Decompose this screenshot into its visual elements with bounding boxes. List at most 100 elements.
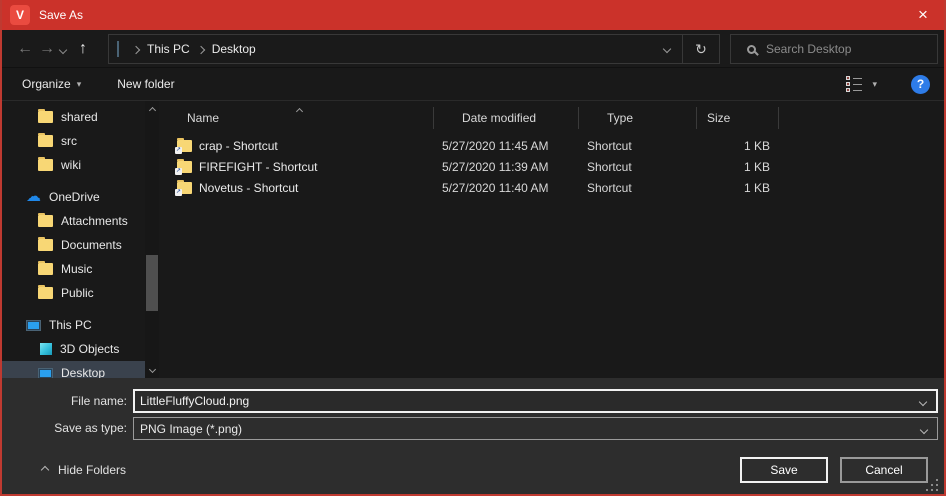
forward-icon[interactable]: → bbox=[36, 40, 58, 58]
this-pc-icon bbox=[26, 320, 41, 331]
save-as-type-chevron-icon bbox=[921, 422, 927, 436]
scroll-down-icon[interactable] bbox=[145, 362, 159, 376]
save-as-type-label: Save as type: bbox=[2, 421, 127, 435]
shortcut-overlay-icon: ↗ bbox=[175, 189, 182, 196]
breadcrumb-separator bbox=[198, 42, 204, 56]
address-dropdown-chevron-icon[interactable] bbox=[652, 35, 682, 63]
sidebar-item-label: Attachments bbox=[61, 214, 128, 228]
column-header-date-modified[interactable]: Date modified bbox=[434, 107, 579, 129]
sidebar-item-label: Music bbox=[61, 262, 92, 276]
close-button[interactable]: × bbox=[900, 0, 946, 30]
size-cell: 1 KB bbox=[697, 181, 779, 195]
size-cell: 1 KB bbox=[697, 139, 779, 153]
type-cell: Shortcut bbox=[579, 160, 697, 174]
breadcrumb-controls: ↻ bbox=[652, 35, 719, 63]
search-icon bbox=[747, 45, 756, 54]
column-header-type[interactable]: Type bbox=[579, 107, 697, 129]
navigation-pane: shared src wiki ☁OneDrive Attachments Documen… bbox=[2, 101, 159, 378]
save-as-dialog: V Save As × ← → ↑ This PC Desktop ↻ bbox=[0, 0, 946, 496]
sidebar-item-wiki[interactable]: wiki bbox=[2, 153, 159, 177]
breadcrumb-this-pc[interactable]: This PC bbox=[147, 42, 190, 56]
file-name-input[interactable] bbox=[135, 394, 920, 408]
search-input[interactable] bbox=[766, 42, 937, 56]
scrollbar-thumb[interactable] bbox=[146, 255, 158, 311]
sidebar-scrollbar[interactable] bbox=[145, 101, 159, 378]
file-name-cell: ↗ crap - Shortcut bbox=[159, 139, 434, 153]
column-header-name[interactable]: Name bbox=[159, 107, 434, 129]
breadcrumb-separator bbox=[133, 42, 139, 56]
folder-shortcut-icon: ↗ bbox=[177, 182, 192, 194]
file-name-label: File name: bbox=[2, 394, 127, 408]
sidebar-item-documents[interactable]: Documents bbox=[2, 233, 159, 257]
column-header-empty bbox=[779, 107, 944, 129]
file-name-text: FIREFIGHT - Shortcut bbox=[199, 160, 317, 174]
file-name-dropdown-chevron-icon[interactable] bbox=[920, 394, 926, 408]
date-modified-cell: 5/27/2020 11:45 AM bbox=[434, 139, 579, 153]
sidebar-item-label: Public bbox=[61, 286, 94, 300]
help-icon[interactable]: ? bbox=[911, 75, 930, 94]
save-button[interactable]: Save bbox=[740, 457, 828, 483]
toolbar-right: ▾ ? bbox=[846, 75, 930, 94]
date-modified-cell: 5/27/2020 11:39 AM bbox=[434, 160, 579, 174]
main-area: shared src wiki ☁OneDrive Attachments Documen… bbox=[2, 101, 944, 378]
folder-shortcut-icon: ↗ bbox=[177, 161, 192, 173]
sidebar-item-onedrive[interactable]: ☁OneDrive bbox=[2, 185, 159, 209]
sidebar-item-label: OneDrive bbox=[49, 190, 100, 204]
3d-objects-cube-icon bbox=[40, 343, 52, 355]
file-row[interactable]: ↗Novetus - Shortcut5/27/2020 11:40 AMSho… bbox=[159, 177, 944, 198]
new-folder-button[interactable]: New folder bbox=[117, 77, 174, 91]
breadcrumb[interactable]: This PC Desktop ↻ bbox=[108, 34, 720, 64]
sidebar-item-label: src bbox=[61, 134, 77, 148]
sidebar-item-attachments[interactable]: Attachments bbox=[2, 209, 159, 233]
folder-icon bbox=[38, 135, 53, 147]
breadcrumb-desktop[interactable]: Desktop bbox=[212, 42, 256, 56]
sidebar-item-desktop[interactable]: Desktop bbox=[2, 361, 159, 378]
folder-icon bbox=[38, 287, 53, 299]
organize-label: Organize bbox=[22, 77, 71, 91]
hide-folders-button[interactable]: Hide Folders bbox=[42, 463, 126, 477]
file-fields-panel: File name: Save as type: PNG Image (*.pn… bbox=[2, 378, 944, 450]
shortcut-overlay-icon: ↗ bbox=[175, 168, 182, 175]
hide-folders-label: Hide Folders bbox=[58, 463, 126, 477]
refresh-icon[interactable]: ↻ bbox=[683, 35, 719, 63]
up-icon[interactable]: ↑ bbox=[72, 40, 94, 58]
vivaldi-app-icon: V bbox=[10, 5, 30, 25]
back-icon[interactable]: ← bbox=[14, 40, 36, 58]
file-list: Name Date modified Type Size ↗ crap - Sho… bbox=[159, 101, 944, 378]
desktop-monitor-icon bbox=[38, 368, 53, 379]
details-view-icon[interactable] bbox=[846, 76, 862, 92]
sidebar-item-label: This PC bbox=[49, 318, 92, 332]
sort-ascending-icon bbox=[297, 103, 302, 117]
file-row[interactable]: ↗ crap - Shortcut 5/27/2020 11:45 AMShortc… bbox=[159, 135, 944, 156]
resize-grip[interactable] bbox=[936, 489, 938, 491]
views-dropdown-icon[interactable]: ▾ bbox=[872, 79, 877, 90]
file-name-cell: ↗ FIREFIGHT - Shortcut bbox=[159, 160, 434, 174]
file-name-text: Novetus - Shortcut bbox=[199, 181, 298, 195]
sidebar-item-public[interactable]: Public bbox=[2, 281, 159, 305]
sidebar-item-this-pc[interactable]: This PC bbox=[2, 313, 159, 337]
scroll-up-icon[interactable] bbox=[145, 103, 159, 117]
sidebar-item-music[interactable]: Music bbox=[2, 257, 159, 281]
folder-icon bbox=[38, 159, 53, 171]
sidebar-item-3d-objects[interactable]: 3D Objects bbox=[2, 337, 159, 361]
folder-icon bbox=[38, 215, 53, 227]
title-bar: V Save As × bbox=[0, 0, 946, 30]
command-toolbar: Organize ▾ New folder ▾ ? bbox=[2, 68, 944, 101]
navigation-bar: ← → ↑ This PC Desktop ↻ bbox=[2, 30, 944, 68]
cancel-button[interactable]: Cancel bbox=[840, 457, 928, 483]
organize-button[interactable]: Organize ▾ bbox=[22, 77, 81, 91]
folder-icon bbox=[38, 263, 53, 275]
sidebar-item-shared[interactable]: shared bbox=[2, 105, 159, 129]
file-name-text: crap - Shortcut bbox=[199, 139, 278, 153]
recent-locations-chevron-icon[interactable] bbox=[60, 42, 66, 56]
file-name-cell: ↗ Novetus - Shortcut bbox=[159, 181, 434, 195]
save-as-type-dropdown[interactable]: PNG Image (*.png) bbox=[133, 417, 938, 440]
sidebar-item-label: shared bbox=[61, 110, 98, 124]
nav-buttons: ← → ↑ bbox=[14, 30, 94, 68]
shortcut-overlay-icon: ↗ bbox=[175, 147, 182, 154]
type-cell: Shortcut bbox=[579, 139, 697, 153]
folder-icon bbox=[38, 111, 53, 123]
column-header-size[interactable]: Size bbox=[697, 107, 779, 129]
file-row[interactable]: ↗ FIREFIGHT - Shortcut 5/27/2020 11:39 AMS… bbox=[159, 156, 944, 177]
sidebar-item-src[interactable]: src bbox=[2, 129, 159, 153]
